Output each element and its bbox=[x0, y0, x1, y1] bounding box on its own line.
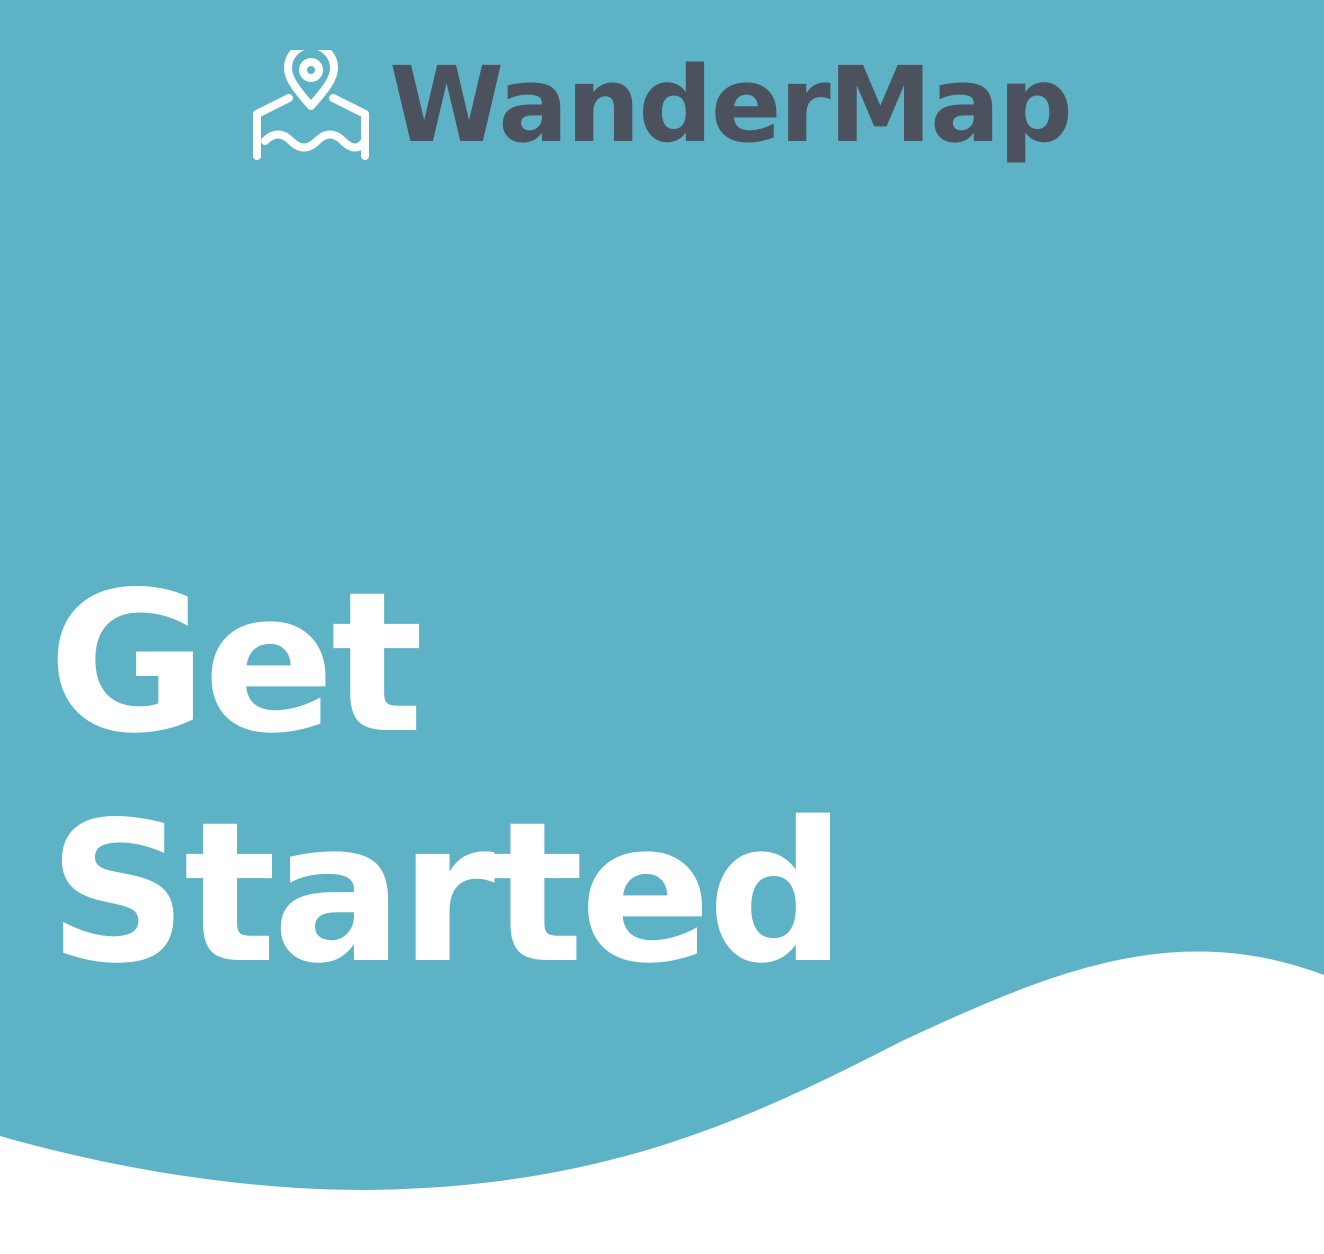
map-pin-icon bbox=[253, 50, 370, 160]
headline-line-1: Get bbox=[48, 550, 424, 776]
app-name: WanderMap bbox=[389, 44, 1073, 166]
brand-header: WanderMap bbox=[0, 40, 1324, 170]
bottom-wave bbox=[0, 951, 1324, 1254]
get-started-screen: WanderMap Get Started bbox=[0, 0, 1324, 1254]
